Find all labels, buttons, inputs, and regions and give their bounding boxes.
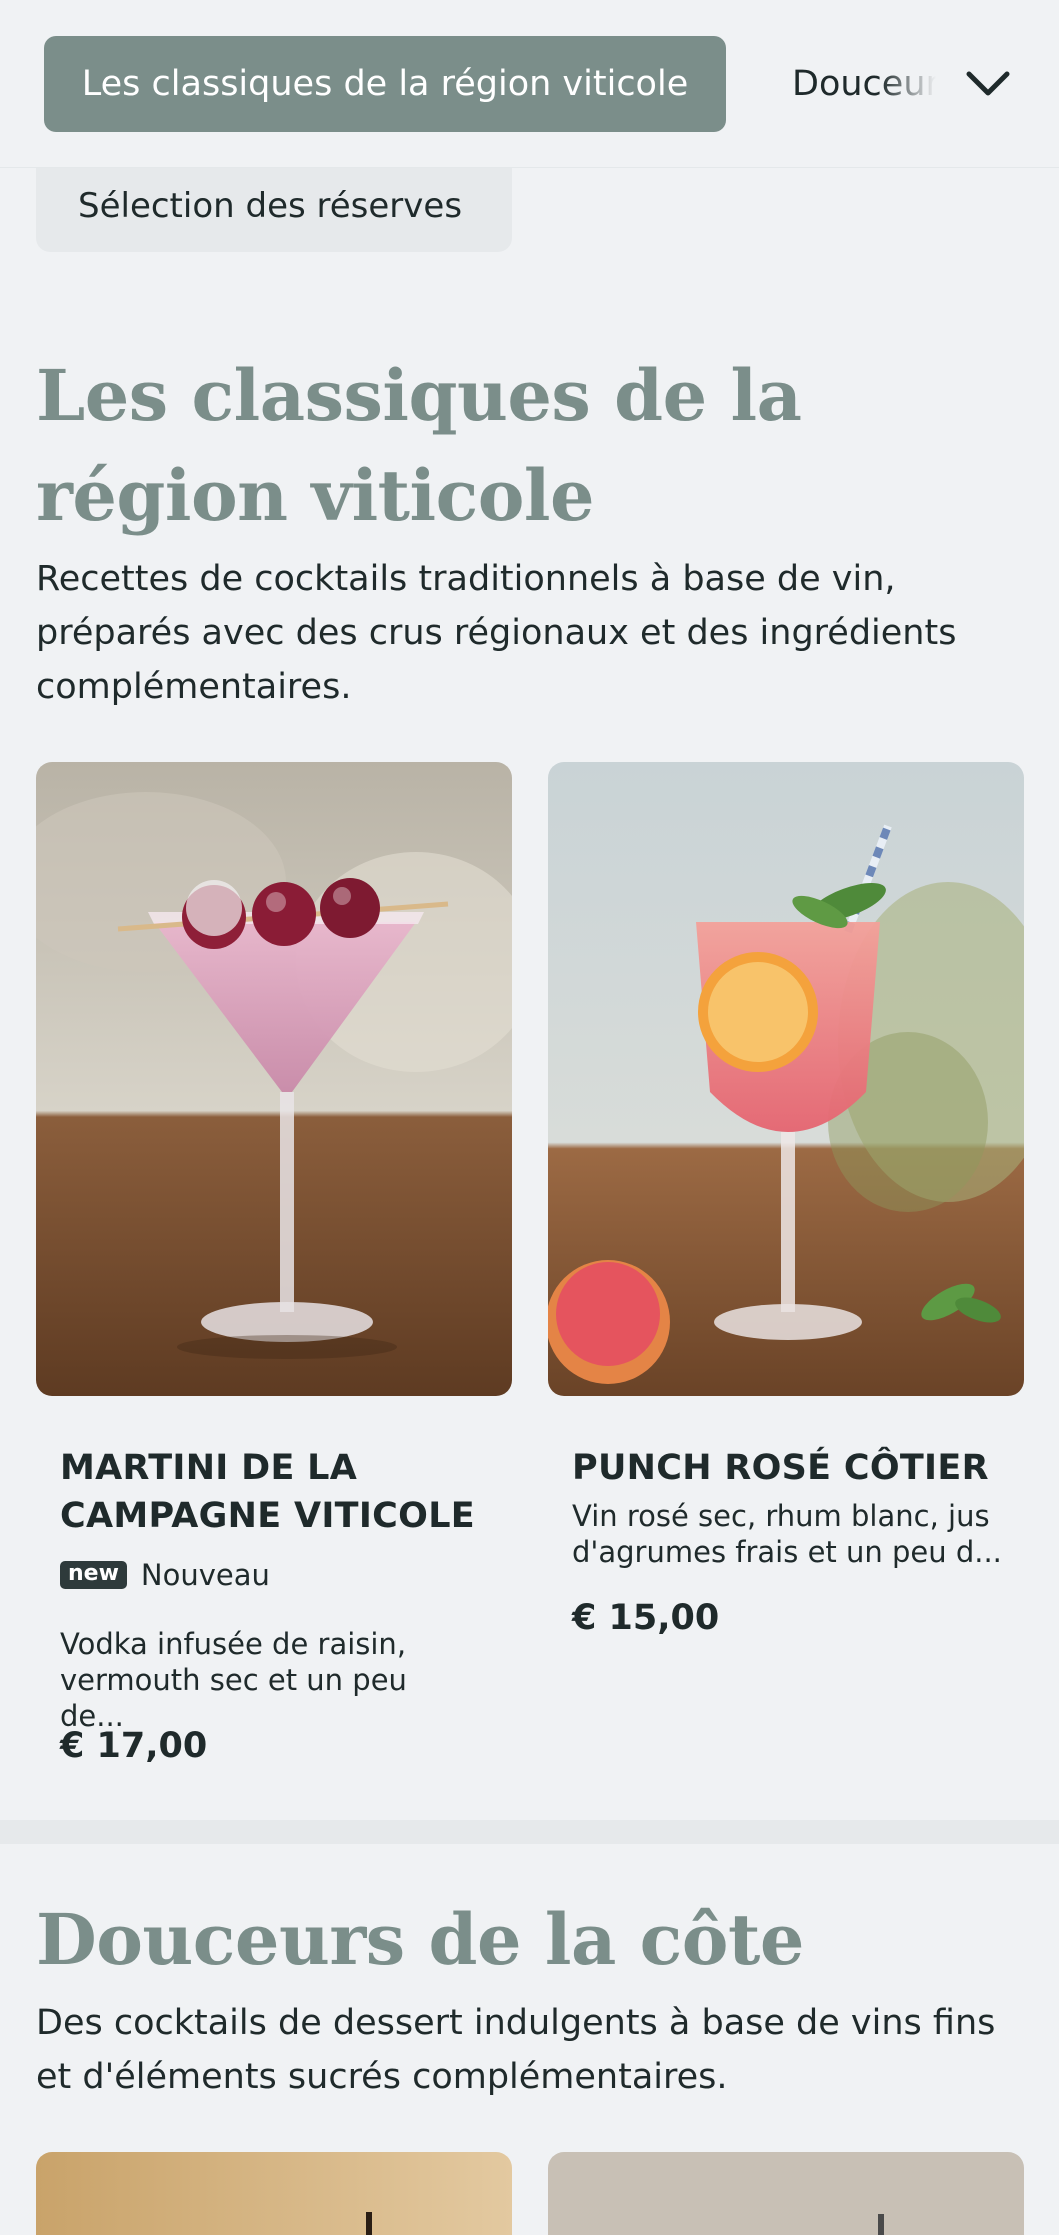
product-price: € 15,00 (572, 1598, 720, 1638)
section-title: Douceurs de la côte (36, 1898, 804, 1981)
chevron-down-icon (966, 71, 1010, 96)
category-chip-active[interactable]: Les classiques de la région viticole (44, 36, 726, 132)
category-nav: Les classiques de la région viticole Dou… (0, 0, 1059, 168)
product-description: Vodka infusée de raisin, vermouth sec et… (60, 1627, 407, 1733)
product-image[interactable] (36, 2152, 512, 2235)
product-image-martini[interactable] (36, 762, 512, 1396)
section-title: Les classiques de la région viticole (36, 354, 802, 537)
new-badge-row: new Nouveau (60, 1558, 270, 1592)
product-price: € 17,00 (60, 1726, 208, 1766)
section-description: Recettes de cocktails traditionnels à ba… (36, 559, 957, 707)
product-image[interactable] (548, 2152, 1024, 2235)
new-badge: new (60, 1561, 127, 1589)
category-dropdown-button[interactable] (956, 52, 1020, 116)
product-name: MARTINI DE LA CAMPAGNE VITICOLE (60, 1448, 475, 1536)
product-image-punch[interactable] (548, 762, 1024, 1396)
product-name: PUNCH ROSÉ CÔTIER (572, 1448, 989, 1488)
category-chip-label: Les classiques de la région viticole (81, 64, 689, 104)
section-description: Des cocktails de dessert indulgents à ba… (36, 2003, 996, 2097)
nav-fade-overlay (880, 36, 950, 132)
badge-label: Nouveau (140, 1558, 270, 1592)
category-chip-label: Sélection des réserves (78, 186, 463, 226)
product-description: Vin rosé sec, rhum blanc, jus d'agrumes … (572, 1499, 1002, 1569)
section-divider (0, 1820, 1059, 1844)
